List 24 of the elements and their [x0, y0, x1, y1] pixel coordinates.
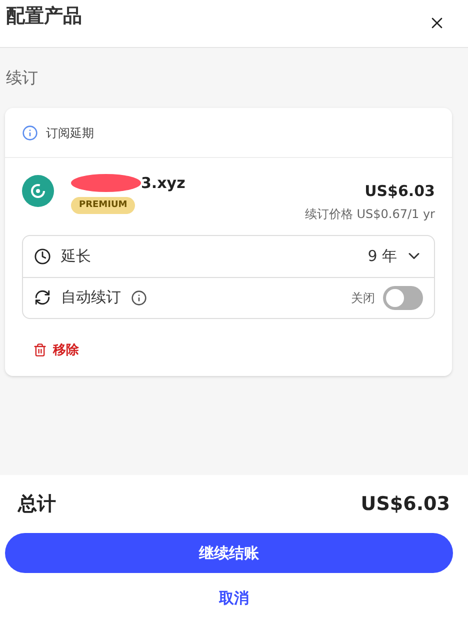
dialog-title: 配置产品: [6, 4, 82, 29]
clock-icon: [34, 248, 51, 264]
checkout-button[interactable]: 继续结账: [5, 533, 453, 573]
total-label: 总计: [18, 492, 56, 517]
toggle-state-label: 关闭: [351, 290, 375, 306]
renewal-price: 续订价格 US$0.67/1 yr: [304, 206, 435, 222]
option-label: 自动续订: [61, 287, 121, 308]
redaction-mark: [71, 173, 141, 194]
product-price: US$6.03: [364, 181, 435, 202]
auto-renew-switch[interactable]: [383, 286, 423, 310]
refresh-icon: [34, 289, 51, 306]
premium-badge: PREMIUM: [71, 196, 136, 214]
trash-icon: [33, 343, 47, 358]
domain-name: 3.xyz: [141, 173, 186, 194]
info-icon: [22, 124, 38, 140]
option-label: 延长: [61, 246, 91, 267]
remove-button[interactable]: 移除: [33, 340, 79, 360]
notice-text: 订阅延期: [46, 124, 94, 142]
total-price: US$6.03: [360, 492, 450, 517]
cancel-link[interactable]: 取消: [219, 587, 249, 610]
product-icon: [22, 175, 54, 207]
section-title: 续订: [5, 67, 38, 89]
duration-select[interactable]: 9 年: [368, 244, 423, 268]
info-icon[interactable]: [131, 290, 147, 306]
